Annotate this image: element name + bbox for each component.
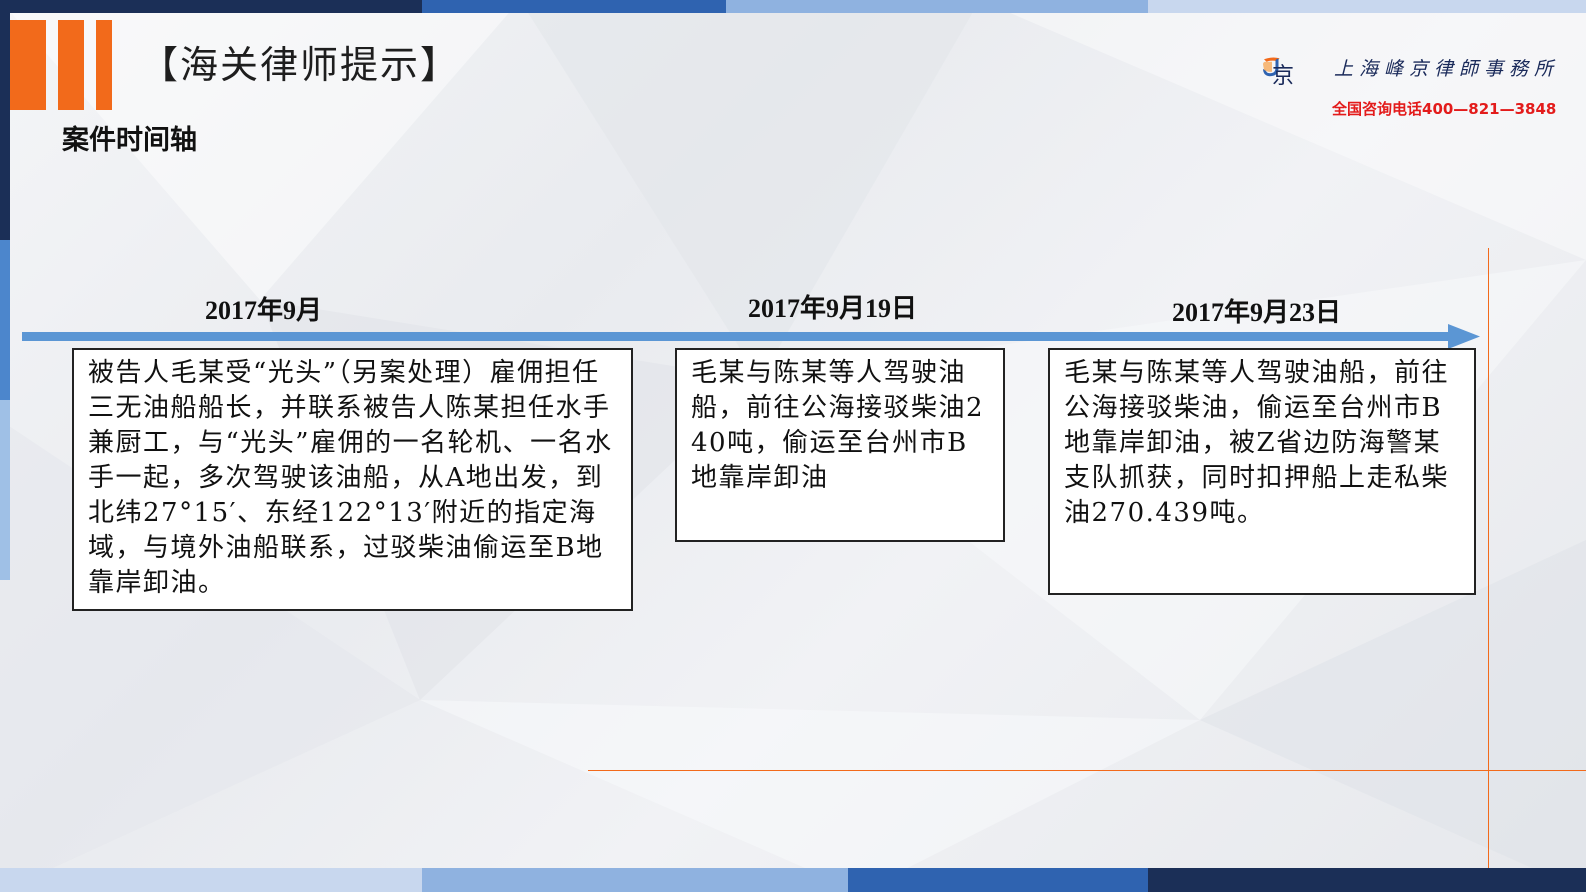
timeline-date-2: 2017年9月19日 <box>748 294 918 323</box>
timeline-date-3: 2017年9月23日 <box>1172 298 1342 327</box>
top-bar-navy <box>0 0 422 13</box>
section-subtitle: 案件时间轴 <box>62 125 197 156</box>
bottom-bar-navy <box>1148 868 1586 892</box>
top-bar-pale <box>1148 0 1586 13</box>
bottom-bar-blue <box>848 868 1148 892</box>
slide: 【海关律师提示】 案件时间轴 京 上海峰京律師事務所 全国咨询电话400—821… <box>0 0 1586 892</box>
page-title: 【海关律师提示】 <box>140 43 461 87</box>
left-bar-navy <box>0 0 10 240</box>
guide-line-vertical <box>1488 248 1489 868</box>
event-text-1: 被告人毛某受“光头”（另案处理）雇佣担任三无油船船长，并联系被告人陈某担任水手兼… <box>88 358 613 598</box>
title-block-2 <box>58 20 84 110</box>
firm-name: 上海峰京律師事務所 <box>1334 58 1560 80</box>
title-block-3 <box>96 20 112 110</box>
event-card-2: 毛某与陈某等人驾驶油船，前往公海接驳柴油240吨，偷运至台州市B地靠岸卸油 <box>675 348 1005 542</box>
event-card-1: 被告人毛某受“光头”（另案处理）雇佣担任三无油船船长，并联系被告人陈某担任水手兼… <box>72 348 633 611</box>
guide-line-horizontal <box>588 770 1586 771</box>
top-bar-blue <box>422 0 726 13</box>
bottom-bar-pale <box>0 868 422 892</box>
top-bar-light-blue <box>726 0 1148 13</box>
logo-glyph: 京 <box>1272 64 1295 89</box>
title-block-1 <box>10 20 46 110</box>
left-bar-light <box>0 400 10 580</box>
timeline-date-1: 2017年9月 <box>205 296 323 325</box>
hotline-number: 全国咨询电话400—821—3848 <box>1332 100 1557 118</box>
bottom-bar-light-blue <box>422 868 848 892</box>
event-card-3: 毛某与陈某等人驾驶油船，前往公海接驳柴油，偷运至台州市B地靠岸卸油，被Z省边防海… <box>1048 348 1476 595</box>
event-text-3: 毛某与陈某等人驾驶油船，前往公海接驳柴油，偷运至台州市B地靠岸卸油，被Z省边防海… <box>1064 358 1450 528</box>
event-text-2: 毛某与陈某等人驾驶油船，前往公海接驳柴油240吨，偷运至台州市B地靠岸卸油 <box>691 358 985 493</box>
left-bar-blue <box>0 240 10 400</box>
